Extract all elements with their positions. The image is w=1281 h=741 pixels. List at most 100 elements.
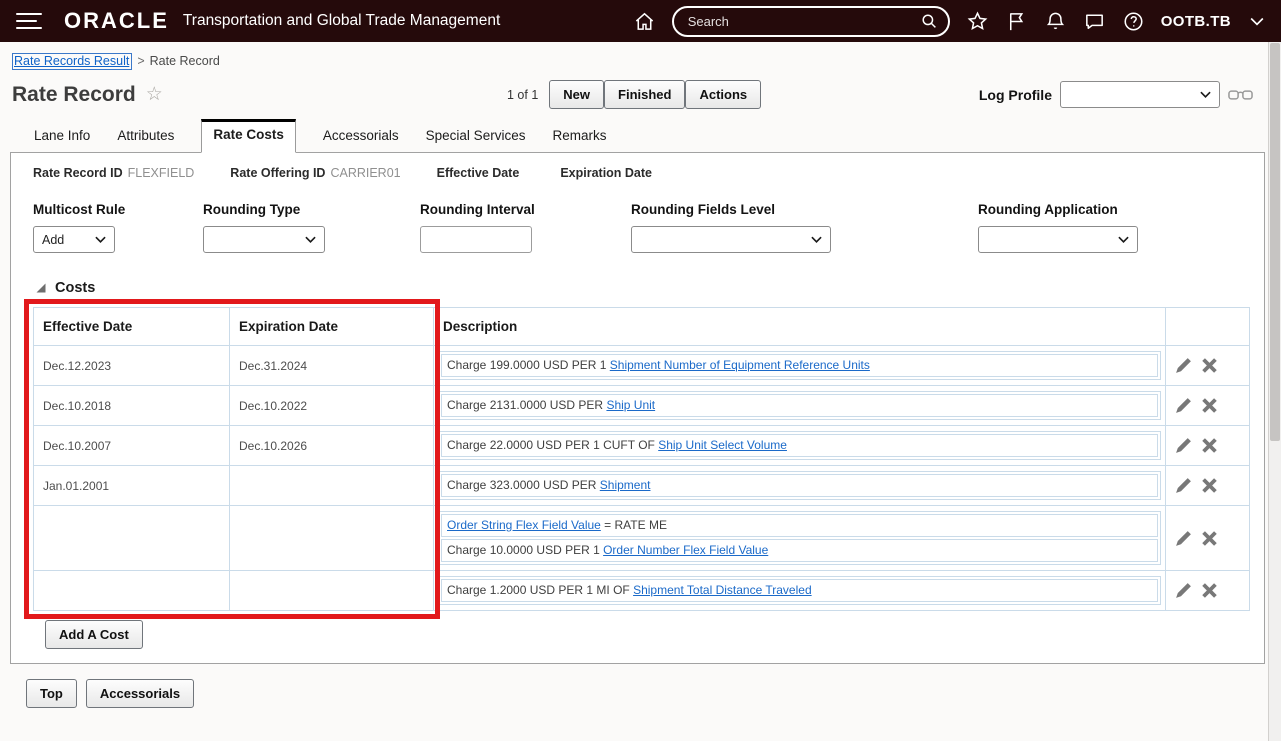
search-input[interactable] <box>687 13 920 29</box>
top-button[interactable]: Top <box>26 679 77 708</box>
search-icon[interactable] <box>920 12 938 30</box>
top-header: ORACLE Transportation and Global Trade M… <box>0 0 1281 42</box>
description-link[interactable]: Order String Flex Field Value <box>447 518 601 532</box>
multicost-rule-select[interactable]: Add <box>33 226 115 253</box>
finished-button[interactable]: Finished <box>604 80 686 109</box>
tab-bar: Lane Info Attributes Rate Costs Accessorial… <box>0 109 1281 153</box>
costs-table-area: Effective Date Expiration Date Description… <box>24 299 1250 619</box>
rounding-application-label: Rounding Application <box>978 202 1118 217</box>
tab-rate-costs[interactable]: Rate Costs <box>201 119 296 153</box>
description-link[interactable]: Shipment <box>600 478 651 492</box>
delete-cost-icon[interactable] <box>1200 476 1219 495</box>
new-button[interactable]: New <box>549 80 605 109</box>
row-actions-cell <box>1165 385 1250 426</box>
record-info-rate-offering-id: Rate Offering ID CARRIER01 <box>230 166 401 180</box>
delete-cost-icon[interactable] <box>1200 396 1219 415</box>
chat-icon[interactable] <box>1083 10 1106 33</box>
expiration-date-cell <box>229 465 434 506</box>
description-cell: Charge 22.0000 USD PER 1 CUFT OF Ship Un… <box>433 425 1166 466</box>
user-menu-chevron-icon[interactable] <box>1247 11 1267 31</box>
column-header-effective-date[interactable]: Effective Date <box>33 307 230 346</box>
description-cell: Charge 199.0000 USD PER 1 Shipment Numbe… <box>433 345 1166 386</box>
edit-cost-icon[interactable] <box>1174 396 1193 415</box>
field-rounding-type: Rounding Type <box>203 202 420 253</box>
notifications-bell-icon[interactable] <box>1044 10 1067 33</box>
tab-lane-info[interactable]: Lane Info <box>34 120 90 152</box>
title-row: Rate Record ☆ 1 of 1 New Finished Actions … <box>0 68 1281 109</box>
favorite-star-icon[interactable]: ☆ <box>146 83 163 106</box>
field-rounding-interval: Rounding Interval <box>420 202 631 253</box>
actions-button[interactable]: Actions <box>685 80 762 109</box>
breadcrumb: Rate Records Result > Rate Record <box>0 42 1281 70</box>
delete-cost-icon[interactable] <box>1200 436 1219 455</box>
oracle-logo: ORACLE <box>64 8 169 33</box>
record-info-effective-date: Effective Date <box>436 166 520 180</box>
chevron-down-icon <box>811 236 822 243</box>
column-header-description[interactable]: Description <box>433 307 1166 346</box>
log-profile-select[interactable] <box>1060 81 1220 108</box>
rounding-interval-input[interactable] <box>420 226 532 253</box>
expiration-date-cell <box>229 505 434 571</box>
chevron-down-icon <box>95 236 106 243</box>
description-link[interactable]: Ship Unit <box>606 398 655 412</box>
tab-attributes[interactable]: Attributes <box>117 120 174 152</box>
costs-table: Effective Date Expiration Date Description… <box>33 307 1250 611</box>
add-a-cost-button[interactable]: Add A Cost <box>45 620 143 649</box>
favorites-star-icon[interactable] <box>966 10 989 33</box>
edit-cost-icon[interactable] <box>1174 476 1193 495</box>
page-title: Rate Record <box>12 82 136 106</box>
description-link[interactable]: Shipment Number of Equipment Reference U… <box>610 358 870 372</box>
scrollbar-thumb[interactable] <box>1270 43 1280 442</box>
row-actions-cell <box>1165 345 1250 386</box>
edit-cost-icon[interactable] <box>1174 356 1193 375</box>
collapse-triangle-icon[interactable] <box>35 282 47 294</box>
help-icon[interactable] <box>1122 10 1145 33</box>
field-multicost-rule: Multicost Rule Add <box>33 202 203 253</box>
breadcrumb-current: Rate Record <box>149 54 220 68</box>
effective-date-cell <box>33 505 230 571</box>
username[interactable]: OOTB.TB <box>1161 13 1231 30</box>
rounding-application-select[interactable] <box>978 226 1138 253</box>
chevron-down-icon <box>1200 91 1211 98</box>
hamburger-menu-icon[interactable] <box>16 13 42 29</box>
delete-cost-icon[interactable] <box>1200 529 1219 548</box>
home-icon[interactable] <box>633 10 656 33</box>
cost-row: Dec.12.2023 Dec.31.2024 Charge 199.0000 US… <box>33 345 1250 386</box>
footer-buttons: Top Accessorials <box>26 679 1281 708</box>
topbar-actions: OOTB.TB <box>633 5 1267 37</box>
costs-section-header: Costs <box>35 280 1250 296</box>
effective-date-cell: Dec.10.2007 <box>33 425 230 466</box>
delete-cost-icon[interactable] <box>1200 581 1219 600</box>
description-link[interactable]: Order Number Flex Field Value <box>603 543 768 557</box>
cost-row: Jan.01.2001 Charge 323.0000 USD PER Shipm… <box>33 465 1250 506</box>
rounding-type-select[interactable] <box>203 226 325 253</box>
edit-cost-icon[interactable] <box>1174 581 1193 600</box>
glasses-debug-icon[interactable] <box>1228 86 1253 104</box>
flag-icon[interactable] <box>1005 10 1028 33</box>
column-header-expiration-date[interactable]: Expiration Date <box>229 307 434 346</box>
edit-cost-icon[interactable] <box>1174 529 1193 548</box>
description-cell: Charge 2131.0000 USD PER Ship Unit <box>433 385 1166 426</box>
description-link[interactable]: Shipment Total Distance Traveled <box>633 583 812 597</box>
cost-row: Order String Flex Field Value = RATE ME C… <box>33 505 1250 571</box>
tab-accessorials[interactable]: Accessorials <box>323 120 399 152</box>
expiration-date-cell: Dec.31.2024 <box>229 345 434 386</box>
costs-section-title: Costs <box>55 280 96 296</box>
field-rounding-fields-level: Rounding Fields Level <box>631 202 978 253</box>
breadcrumb-link[interactable]: Rate Records Result <box>12 53 133 70</box>
tab-special-services[interactable]: Special Services <box>426 120 526 152</box>
description-cell: Charge 1.2000 USD PER 1 MI OF Shipment T… <box>433 570 1166 611</box>
tab-remarks[interactable]: Remarks <box>552 120 606 152</box>
log-profile-label: Log Profile <box>978 86 1052 103</box>
effective-date-cell: Dec.12.2023 <box>33 345 230 386</box>
description-link[interactable]: Ship Unit Select Volume <box>658 438 787 452</box>
rounding-fields-level-select[interactable] <box>631 226 831 253</box>
accessorials-button[interactable]: Accessorials <box>85 679 195 708</box>
row-actions-cell <box>1165 465 1250 506</box>
edit-cost-icon[interactable] <box>1174 436 1193 455</box>
rounding-type-label: Rounding Type <box>203 202 301 217</box>
delete-cost-icon[interactable] <box>1200 356 1219 375</box>
effective-date-cell: Dec.10.2018 <box>33 385 230 426</box>
chevron-down-icon <box>1118 236 1129 243</box>
search-box[interactable] <box>671 5 950 37</box>
